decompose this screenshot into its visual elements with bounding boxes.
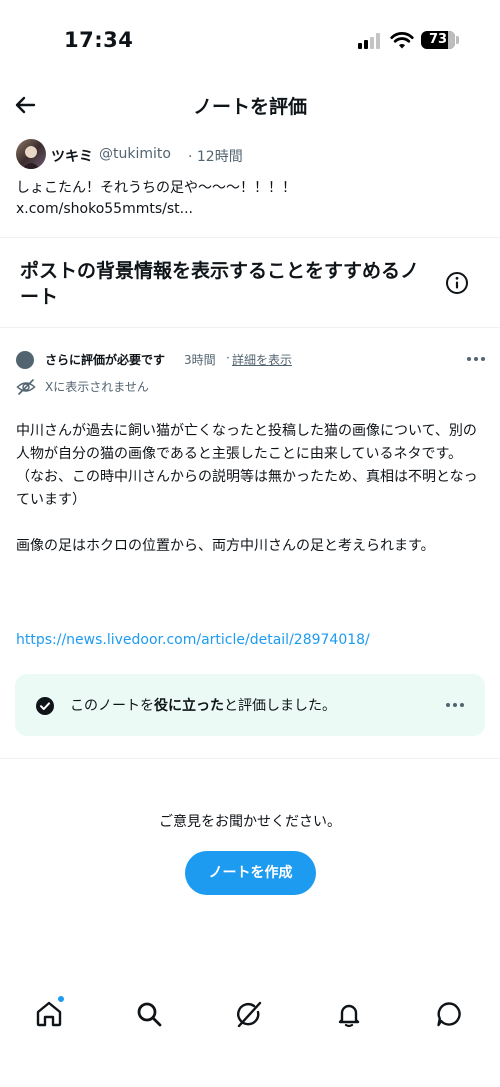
battery-indicator: 73 [421, 31, 455, 49]
divider [0, 758, 500, 759]
note-status: さらに評価が必要です [45, 353, 166, 367]
post-link[interactable]: x.com/shoko55mmts/st... [16, 198, 476, 220]
post-text: しょこたん！それうちの足や〜〜〜！！！！ [16, 180, 296, 196]
notifications-icon [338, 1004, 360, 1028]
wifi-icon [390, 32, 414, 49]
divider [0, 237, 500, 238]
tab-messages[interactable] [433, 998, 465, 1030]
meta-separator: · [226, 351, 230, 365]
bottom-tab-bar [0, 990, 500, 1040]
visibility-row: Xに表示されません [16, 376, 316, 396]
eye-off-icon [16, 379, 36, 395]
rating-options-icon[interactable] [443, 695, 467, 715]
avatar[interactable] [16, 139, 46, 169]
grok-icon [237, 1001, 262, 1028]
battery-tip [456, 36, 459, 44]
post-time: · 12時間 [188, 149, 243, 165]
tab-search[interactable] [133, 998, 165, 1030]
show-details-link[interactable]: 詳細を表示 [232, 351, 292, 368]
note-paragraph: 中川さんが過去に飼い猫が亡くなったと投稿した猫の画像について、別の人物が自分の猫… [16, 423, 477, 462]
rating-confirmation: このノートを役に立ったと評価しました。 [15, 674, 485, 736]
info-icon[interactable] [445, 271, 469, 295]
rating-text: このノートを役に立ったと評価しました。 [70, 695, 336, 715]
author-name[interactable]: ツキミ [51, 146, 93, 166]
messages-icon [437, 1002, 461, 1027]
status-dot-icon [16, 351, 34, 369]
tab-home[interactable] [33, 995, 65, 1030]
header: ノートを評価 [0, 80, 500, 130]
rating-prefix: このノートを [70, 698, 154, 714]
note-paragraph: （なお、この時中川さんからの説明等は無かったため、真相は不明となっています） [16, 469, 478, 508]
note-time: 3時間 [184, 353, 216, 367]
tab-notifications[interactable] [333, 998, 365, 1030]
unread-dot [57, 995, 65, 1003]
note-meta-row: さらに評価が必要です 3時間 · 詳細を表示 [16, 349, 486, 371]
note-body: 中川さんが過去に飼い猫が亡くなったと投稿した猫の画像について、別の人物が自分の猫… [16, 420, 486, 558]
tab-grok[interactable] [233, 998, 265, 1030]
page-title: ノートを評価 [192, 96, 307, 118]
cellular-signal-icon [358, 33, 384, 49]
status-bar: 17:34 73 [0, 0, 500, 80]
rating-suffix: と評価しました。 [224, 698, 336, 714]
rating-value: 役に立った [154, 698, 224, 714]
check-circle-icon [36, 697, 54, 715]
battery-level: 73 [428, 32, 448, 47]
source-link[interactable]: https://news.livedoor.com/article/detail… [16, 629, 486, 651]
note-paragraph: 画像の足はホクロの位置から、両方中川さんの足と考えられます。 [16, 538, 435, 554]
note-type-heading: ポストの背景情報を表示することをすすめるノート [20, 260, 420, 308]
divider [0, 327, 500, 328]
visibility-label: Xに表示されません [45, 380, 149, 394]
home-icon [36, 1001, 62, 1027]
search-icon [137, 1002, 162, 1027]
status-time: 17:34 [64, 28, 134, 52]
more-options-icon[interactable] [464, 349, 488, 369]
post-author-row[interactable]: ツキミ @tukimito · 12時間 [16, 138, 456, 170]
write-note-button[interactable]: ノートを作成 [185, 851, 316, 895]
feedback-prompt: ご意見をお聞かせください。 [159, 814, 341, 830]
author-handle[interactable]: @tukimito [99, 146, 171, 162]
